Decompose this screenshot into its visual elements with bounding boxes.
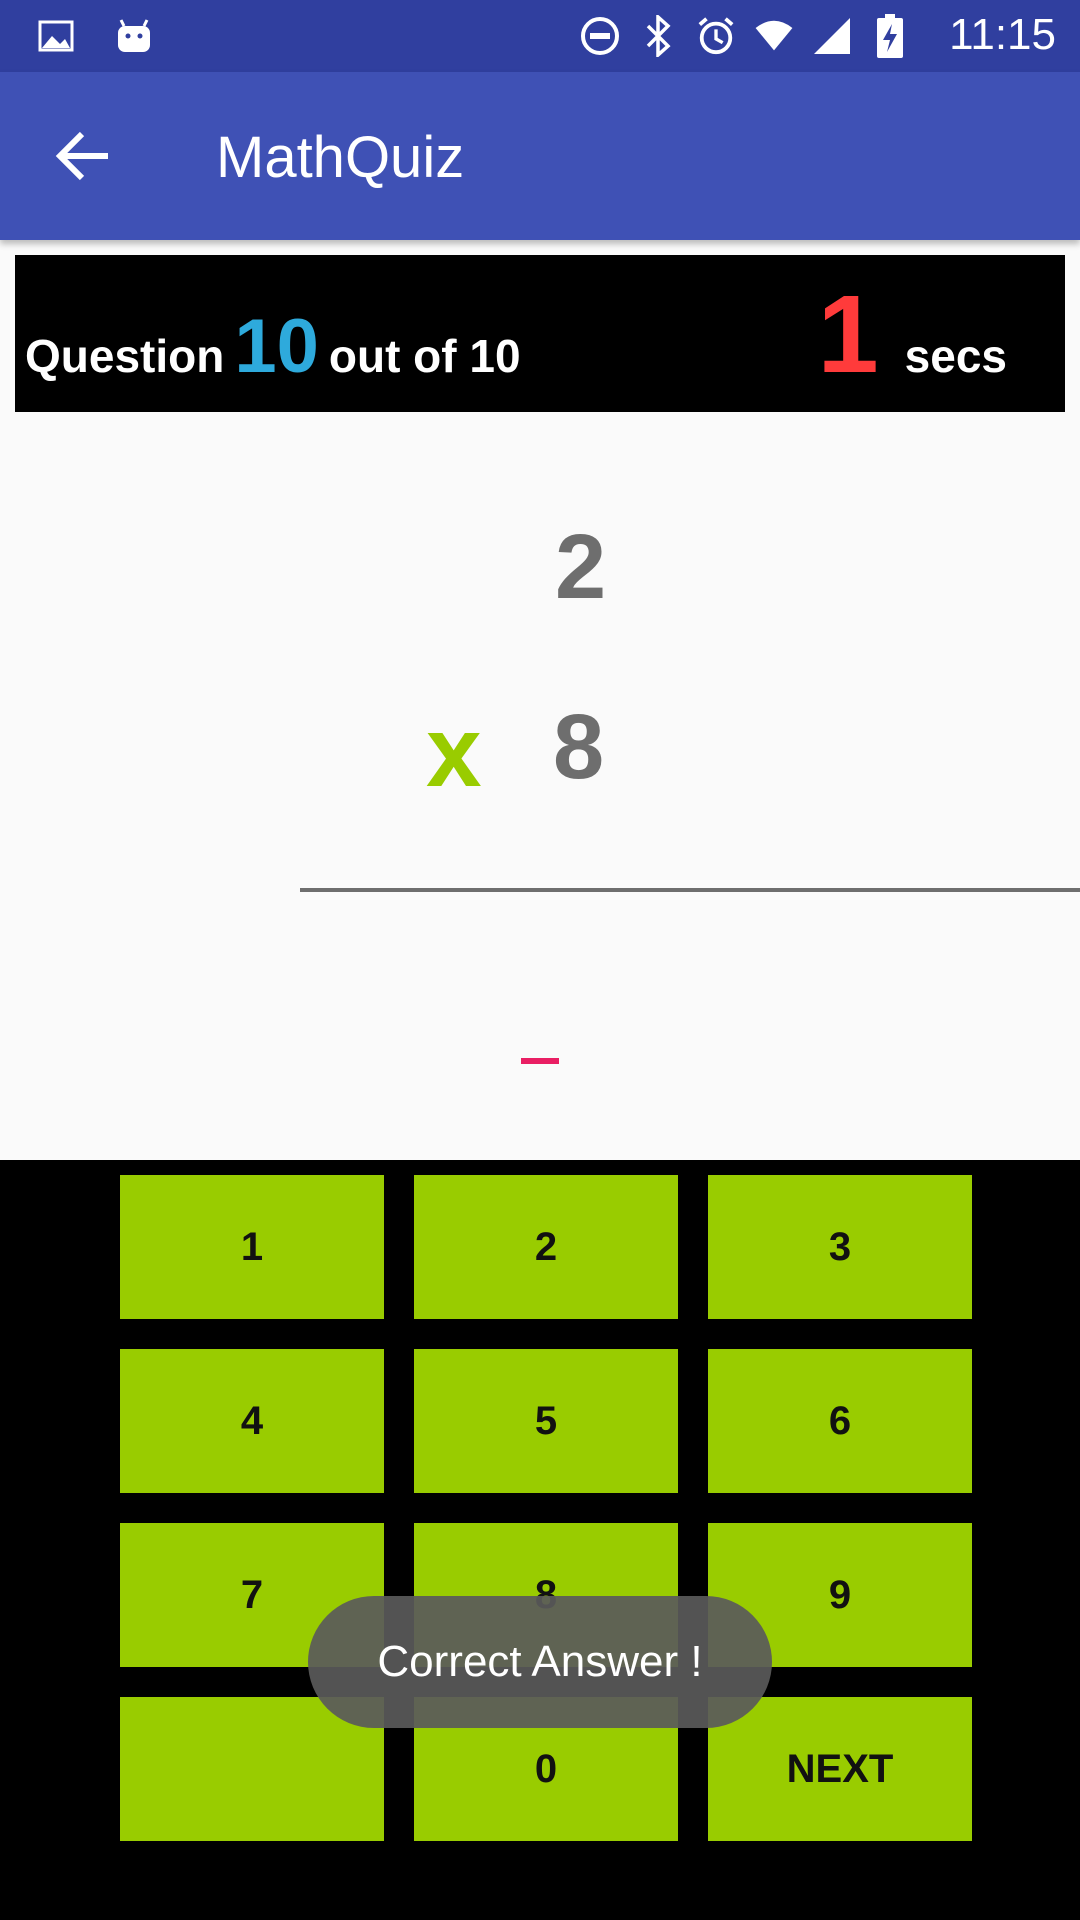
back-arrow-icon[interactable] bbox=[52, 124, 116, 188]
do-not-disturb-icon bbox=[580, 14, 620, 58]
first-operand: 2 bbox=[555, 516, 607, 618]
key-2[interactable]: 2 bbox=[414, 1175, 678, 1319]
second-operand: 8 bbox=[553, 696, 605, 798]
keypad: 1 2 3 4 5 6 7 8 9 0 NEXT bbox=[0, 1160, 1080, 1920]
question-number: 10 bbox=[234, 304, 319, 389]
bluetooth-icon bbox=[638, 14, 678, 58]
toast-message: Correct Answer ! bbox=[308, 1596, 772, 1728]
android-icon bbox=[114, 14, 154, 58]
clock: 11:15 bbox=[949, 10, 1056, 59]
operator-sign: x bbox=[426, 696, 482, 808]
quiz-header: Question 10 out of 10 1 secs bbox=[15, 255, 1065, 412]
status-bar: 11:15 bbox=[0, 0, 1080, 72]
answer-input-cursor[interactable] bbox=[521, 1058, 559, 1064]
result-divider bbox=[300, 888, 1080, 892]
key-3[interactable]: 3 bbox=[708, 1175, 972, 1319]
key-1[interactable]: 1 bbox=[120, 1175, 384, 1319]
key-4[interactable]: 4 bbox=[120, 1349, 384, 1493]
question-progress: Question 10 out of 10 bbox=[25, 303, 521, 390]
battery-charging-icon bbox=[870, 14, 910, 58]
timer-value: 1 bbox=[817, 273, 879, 396]
question-label: Question bbox=[25, 330, 225, 382]
alarm-icon bbox=[696, 14, 736, 58]
image-icon bbox=[36, 14, 76, 58]
question-total: out of 10 bbox=[328, 330, 521, 382]
app-bar: MathQuiz bbox=[0, 72, 1080, 240]
key-5[interactable]: 5 bbox=[414, 1349, 678, 1493]
timer-unit: secs bbox=[904, 330, 1007, 382]
next-button[interactable]: NEXT bbox=[708, 1697, 972, 1841]
timer: 1 secs bbox=[817, 280, 1007, 390]
wifi-icon bbox=[754, 14, 794, 58]
page-title: MathQuiz bbox=[216, 125, 465, 190]
cell-signal-icon bbox=[812, 14, 852, 58]
key-6[interactable]: 6 bbox=[708, 1349, 972, 1493]
